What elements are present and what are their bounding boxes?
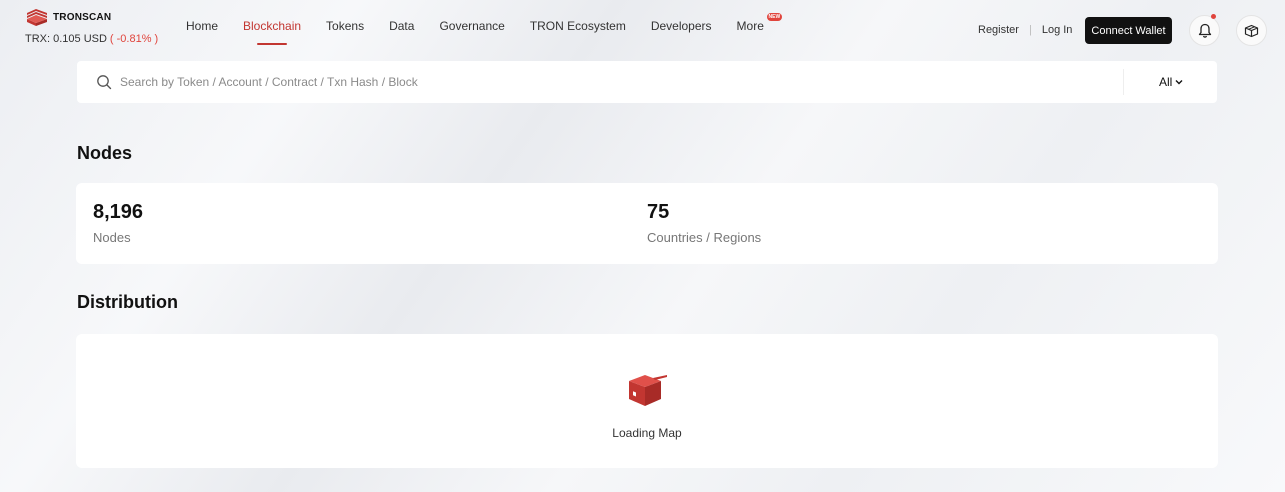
countries-label: Countries / Regions [647, 230, 762, 245]
nav-more[interactable]: More NEW [736, 13, 783, 45]
nav-developers[interactable]: Developers [651, 19, 712, 45]
tronscan-logo[interactable]: TRONSCAN [25, 7, 111, 27]
auth-links: Register | Log In [978, 24, 1072, 36]
search-filter-dropdown[interactable]: All [1159, 75, 1183, 89]
nodes-count-value: 8,196 [93, 201, 144, 223]
nav-governance[interactable]: Governance [439, 19, 504, 45]
trx-price: TRX: 0.105 USD( -0.81% ) [25, 33, 158, 45]
logo-text: TRONSCAN [53, 11, 112, 23]
loading-box-icon [629, 375, 667, 406]
search-filter-label: All [1159, 75, 1173, 89]
connect-wallet-button[interactable]: Connect Wallet [1085, 17, 1172, 44]
trx-price-label: TRX: 0.105 USD [25, 33, 107, 45]
trx-price-change: ( -0.81% ) [109, 33, 159, 45]
distribution-title: Distribution [77, 292, 178, 312]
search-icon [96, 74, 112, 90]
nodes-count-stat: 8,196 Nodes [93, 201, 143, 245]
tronscan-logo-icon [27, 9, 47, 26]
notification-dot [1211, 14, 1216, 19]
top-header: TRONSCAN TRX: 0.105 USD( -0.81% ) Home B… [0, 0, 1285, 60]
main-nav: Home Blockchain Tokens Data Governance T… [186, 13, 789, 45]
new-badge: NEW [766, 13, 783, 21]
nav-blockchain[interactable]: Blockchain [243, 19, 301, 45]
nav-home[interactable]: Home [186, 19, 218, 45]
search-divider [1123, 69, 1124, 95]
loading-map-label: Loading Map [612, 426, 682, 440]
box-menu-button[interactable] [1236, 15, 1267, 46]
bell-icon [1198, 23, 1211, 38]
box-icon [1244, 24, 1259, 37]
login-link[interactable]: Log In [1042, 24, 1073, 36]
nodes-title: Nodes [77, 143, 133, 163]
distribution-map-card: Loading Map [76, 334, 1218, 468]
search-input[interactable] [120, 75, 1110, 89]
chevron-down-icon [1175, 80, 1183, 85]
countries-value: 75 [647, 201, 670, 223]
countries-stat: 75 Countries / Regions [647, 201, 761, 245]
register-link[interactable]: Register [978, 24, 1019, 36]
nav-tron-ecosystem[interactable]: TRON Ecosystem [530, 19, 626, 45]
nav-more-label: More [736, 19, 764, 33]
nodes-stats-card: 8,196 Nodes 75 Countries / Regions [76, 183, 1218, 264]
map-loader: Loading Map [76, 372, 1218, 440]
search-bar: All [77, 61, 1217, 103]
notifications-button[interactable] [1189, 14, 1220, 46]
page: TRONSCAN TRX: 0.105 USD( -0.81% ) Home B… [0, 0, 1285, 492]
nav-tokens[interactable]: Tokens [326, 19, 364, 45]
nodes-count-label: Nodes [93, 230, 131, 245]
nav-data[interactable]: Data [389, 19, 414, 45]
auth-separator: | [1028, 24, 1032, 36]
